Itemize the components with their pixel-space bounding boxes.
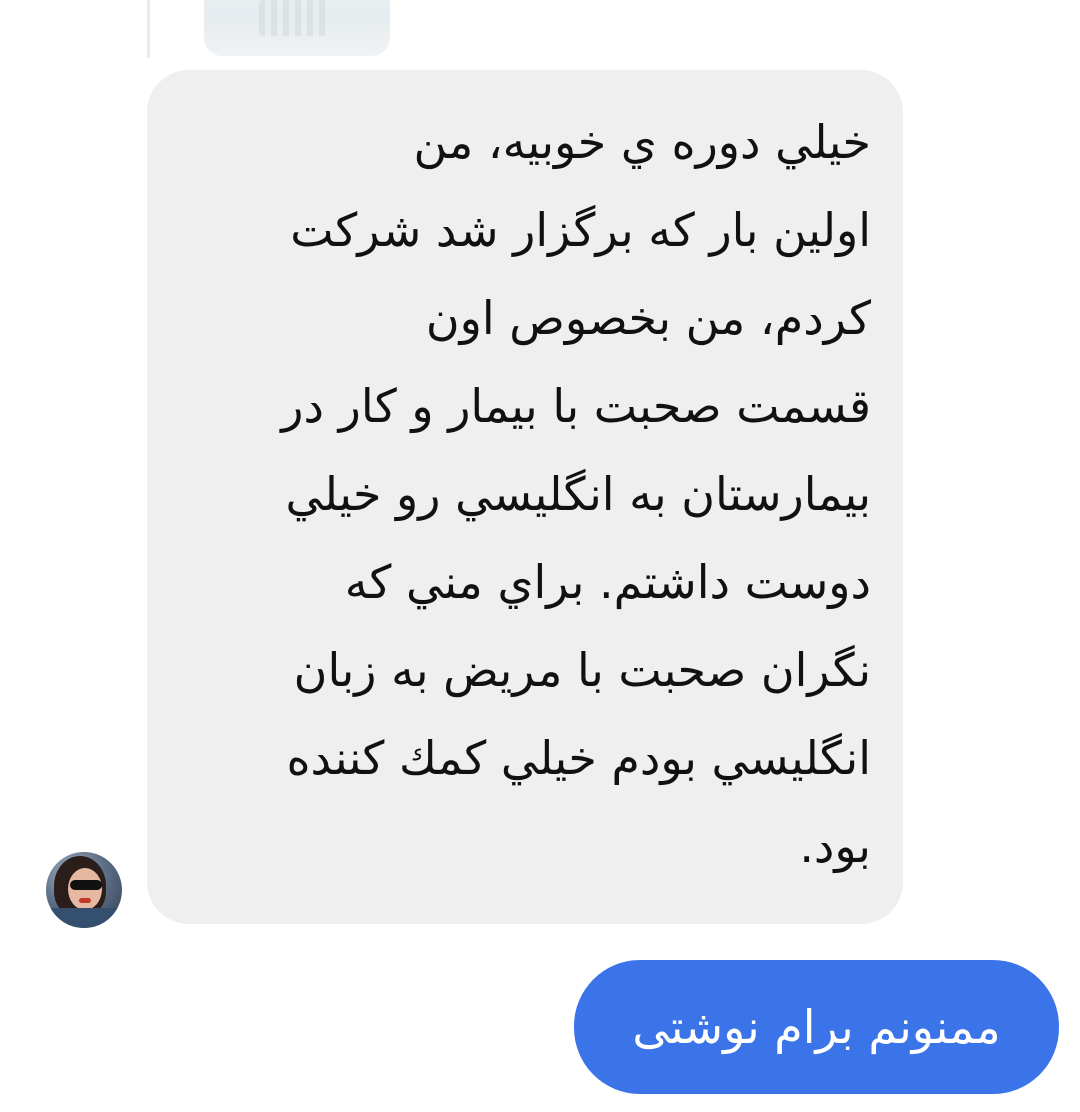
thread-divider — [147, 0, 150, 58]
image-thumbnail-icon — [259, 0, 329, 36]
avatar-shirt — [46, 908, 122, 928]
outgoing-message-text: ممنونم برام نوشتی — [632, 1000, 1001, 1054]
sender-avatar[interactable] — [46, 852, 122, 928]
chat-thread: خيلي دوره ي خوبيه، من اولين بار که برگزا… — [0, 0, 1080, 1112]
avatar-glasses — [70, 880, 102, 890]
outgoing-message-bubble[interactable]: ممنونم برام نوشتی — [574, 960, 1059, 1094]
incoming-message-text: خيلي دوره ي خوبيه، من اولين بار که برگزا… — [281, 115, 871, 873]
incoming-message-bubble[interactable]: خيلي دوره ي خوبيه، من اولين بار که برگزا… — [147, 70, 903, 924]
previous-image-attachment[interactable] — [204, 0, 390, 56]
avatar-lips — [79, 898, 91, 903]
